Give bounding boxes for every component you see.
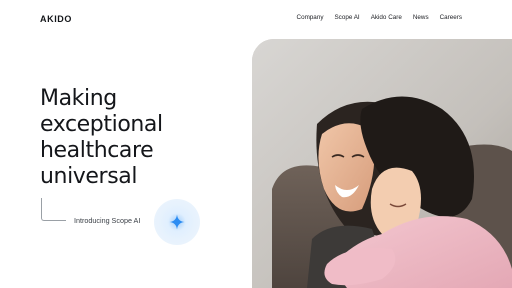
nav-item-careers[interactable]: Careers (440, 14, 462, 21)
headline-line-3: healthcare (40, 138, 154, 163)
nav-item-scope-ai[interactable]: Scope AI (334, 14, 359, 21)
introducing-scope-ai-link[interactable]: Introducing Scope AI (74, 216, 140, 225)
hero-image (252, 39, 512, 288)
nav-item-akido-care[interactable]: Akido Care (371, 14, 402, 21)
page: AKIDO Company Scope AI Akido Care News C… (0, 0, 512, 288)
sparkle-icon (168, 213, 186, 231)
headline-line-2: exceptional (40, 112, 163, 137)
top-nav: Company Scope AI Akido Care News Careers (297, 14, 462, 21)
nav-item-company[interactable]: Company (297, 14, 324, 21)
nav-item-news[interactable]: News (413, 14, 429, 21)
scope-ai-orb-button[interactable] (154, 199, 200, 245)
woman-hugging-child-photo (252, 39, 512, 288)
bracket-decoration (41, 198, 66, 221)
akido-logo[interactable]: AKIDO (40, 14, 72, 24)
headline-line-1: Making (40, 86, 117, 111)
headline-line-4: universal (40, 164, 138, 189)
hero-headline: Making exceptional healthcare universal (40, 86, 250, 190)
